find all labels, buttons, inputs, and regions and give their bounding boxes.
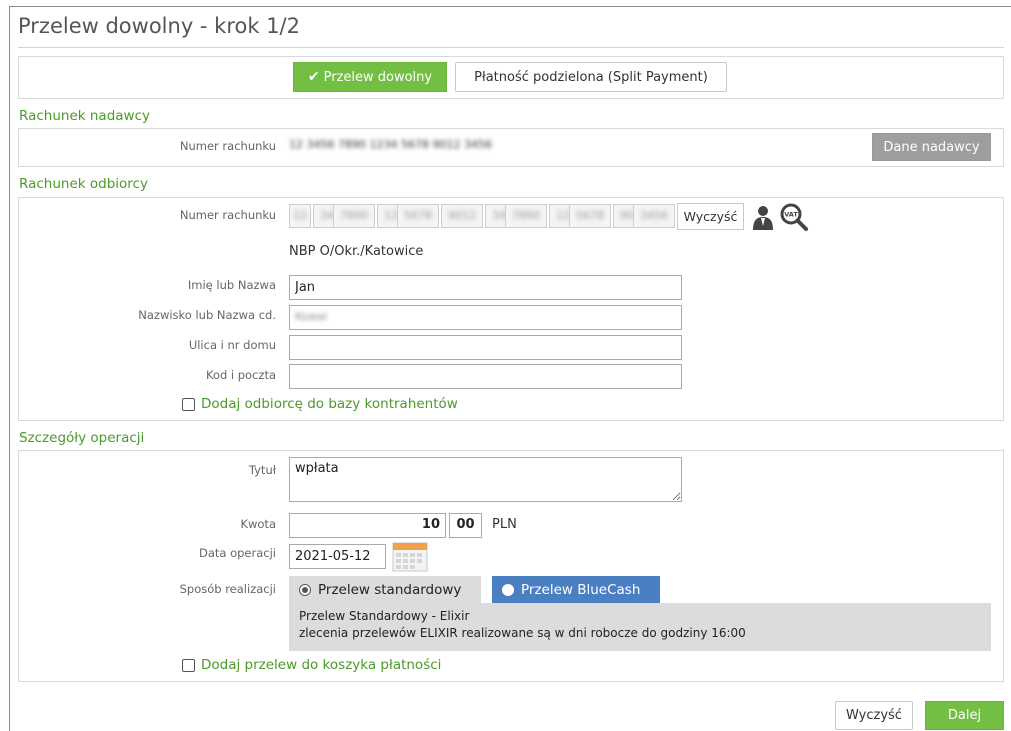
sender-account-label: Numer rachunku [179, 139, 276, 153]
sender-account-value: 12 3456 7890 1234 5678 9012 3456 [289, 138, 492, 151]
svg-text:VAT: VAT [784, 211, 798, 219]
recipient-bank-name: NBP O/Okr./Katowice [289, 244, 424, 259]
mode-label: Sposób realizacji [179, 582, 276, 596]
mode-bluecash-radio[interactable]: Przelew BlueCash [492, 576, 660, 604]
sender-section-title: Rachunek nadawcy [19, 108, 150, 124]
recipient-street-label: Ulica i nr domu [188, 338, 276, 352]
check-icon: ✔ [307, 69, 320, 85]
add-basket-label: Dodaj przelew do koszyka płatności [201, 657, 442, 673]
recipient-name-label: Imię lub Nazwa [187, 278, 276, 292]
title-divider [18, 47, 1004, 48]
next-button[interactable]: Dalej [925, 701, 1004, 730]
contractor-person-icon[interactable] [751, 204, 775, 233]
operation-date-input[interactable] [289, 544, 386, 569]
recipient-account-segment[interactable]: 5678 [569, 204, 611, 228]
recipient-account-segment[interactable]: 12 [289, 204, 311, 228]
mode-standard-radio[interactable]: Przelew standardowy [289, 576, 481, 604]
recipient-postal-input[interactable] [289, 364, 682, 389]
recipient-account-segment[interactable]: 7890 [333, 204, 375, 228]
amount-decimal-input[interactable]: 00 [449, 513, 482, 538]
operation-date-label: Data operacji [198, 546, 276, 560]
recipient-account-label: Numer rachunku [179, 208, 276, 222]
transfer-type-standard-button[interactable]: ✔ Przelew dowolny [293, 62, 447, 92]
add-basket-checkbox[interactable] [182, 658, 195, 672]
recipient-name-input[interactable] [289, 275, 682, 300]
recipient-account-segment[interactable]: 3456 [633, 204, 675, 228]
add-contractor-row[interactable]: Dodaj odbiorcę do bazy kontrahentów [182, 396, 458, 412]
recipient-account-segment[interactable]: 7890 [505, 204, 547, 228]
calendar-icon[interactable] [392, 540, 428, 575]
radio-unselected-icon [502, 584, 514, 596]
recipient-street-input[interactable] [289, 335, 682, 360]
transfer-type-split-button[interactable]: Płatność podzielona (Split Payment) [455, 62, 727, 92]
recipient-surname-input[interactable]: Kowal [289, 305, 682, 330]
radio-selected-icon [299, 584, 311, 596]
mode-info-line2: zlecenia przelewów ELIXIR realizowane są… [299, 626, 746, 640]
recipient-section-title: Rachunek odbiorcy [19, 176, 148, 192]
add-contractor-checkbox[interactable] [182, 397, 195, 411]
sender-details-button[interactable]: Dane nadawcy [872, 133, 991, 161]
amount-integer-input[interactable]: 10 [289, 513, 446, 538]
page-title: Przelew dowolny - krok 1/2 [18, 14, 300, 38]
recipient-account-segment[interactable]: 5678 [397, 204, 439, 228]
currency-label: PLN [492, 517, 517, 532]
operation-section-title: Szczegóły operacji [19, 430, 145, 446]
add-contractor-label: Dodaj odbiorcę do bazy kontrahentów [201, 396, 458, 412]
add-basket-row[interactable]: Dodaj przelew do koszyka płatności [182, 657, 441, 673]
operation-title-textarea[interactable]: wpłata [289, 457, 682, 502]
recipient-surname-label: Nazwisko lub Nazwa cd. [138, 308, 276, 322]
recipient-postal-label: Kod i poczta [205, 368, 276, 382]
recipient-account-segment[interactable]: 9012 [441, 204, 483, 228]
recipient-clear-button[interactable]: Wyczyść [677, 203, 744, 230]
footer-clear-button[interactable]: Wyczyść [835, 701, 913, 730]
mode-info-line1: Przelew Standardowy - Elixir [299, 609, 470, 623]
vat-search-icon[interactable]: VAT [779, 202, 809, 235]
operation-title-label: Tytuł [248, 463, 276, 477]
amount-label: Kwota [240, 517, 276, 531]
mode-info-box: Przelew Standardowy - Elixir zlecenia pr… [289, 603, 991, 651]
